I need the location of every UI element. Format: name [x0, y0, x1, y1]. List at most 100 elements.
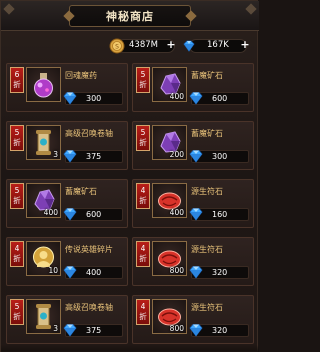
item-name: 蓄魔矿石 [191, 71, 223, 80]
diamond-icon [189, 324, 203, 337]
buy-button[interactable]: 600 [63, 208, 123, 221]
buy-button[interactable]: 375 [63, 150, 123, 163]
item-icon-frame: 200 [152, 125, 187, 160]
mystery-shop-panel: 神秘商店 S 4387M + 167K + 6 折 回魂魔药 300 5 折 4… [0, 0, 259, 352]
discount-badge: 4 折 [136, 183, 150, 209]
item-quantity: 800 [169, 266, 184, 275]
discount-badge: 6 折 [10, 67, 24, 93]
discount-badge: 5 折 [10, 125, 24, 151]
gold-currency: S 4387M + [109, 38, 177, 54]
shop-item-card[interactable]: 5 折 200 蓄魔矿石 300 [132, 121, 254, 170]
buy-button[interactable]: 320 [189, 324, 249, 337]
diamond-amount: 167K [207, 40, 229, 50]
shop-item-card[interactable]: 4 折 10 传说英雄碎片 400 [6, 237, 128, 286]
item-name: 源生符石 [191, 245, 223, 254]
diamond-icon [189, 92, 203, 105]
item-name: 回魂魔药 [65, 71, 97, 80]
item-name: 高级召唤卷轴 [65, 303, 113, 312]
potion-icon [34, 73, 53, 98]
item-quantity: 400 [169, 92, 184, 101]
discount-unit: 折 [139, 138, 147, 147]
item-quantity: 400 [169, 208, 184, 217]
item-icon-frame: 10 [26, 241, 61, 276]
diamond-icon [183, 40, 195, 52]
discount-badge: 5 折 [10, 299, 24, 325]
shop-item-card[interactable]: 5 折 400 蓄魔矿石 600 [6, 179, 128, 228]
discount-number: 4 [140, 186, 146, 195]
item-icon-frame: 800 [152, 241, 187, 276]
item-icon-frame: 400 [152, 183, 187, 218]
shop-item-card[interactable]: 6 折 回魂魔药 300 [6, 63, 128, 112]
discount-badge: 5 折 [136, 125, 150, 151]
item-name: 蓄魔矿石 [191, 129, 223, 138]
shop-item-card[interactable]: 5 折 3 高级召唤卷轴 375 [6, 121, 128, 170]
item-price: 300 [212, 152, 228, 161]
item-quantity: 200 [169, 150, 184, 159]
diamond-icon [63, 266, 77, 279]
diamond-icon [189, 208, 203, 221]
shop-item-card[interactable]: 5 折 3 高级召唤卷轴 375 [6, 295, 128, 344]
discount-unit: 折 [13, 254, 21, 263]
discount-badge: 5 折 [10, 183, 24, 209]
discount-unit: 折 [13, 80, 21, 89]
shop-item-card[interactable]: 4 折 800 源生符石 320 [132, 295, 254, 344]
page-title: 神秘商店 [106, 10, 154, 23]
discount-unit: 折 [13, 196, 21, 205]
buy-button[interactable]: 320 [189, 266, 249, 279]
discount-number: 5 [14, 128, 20, 137]
item-price: 600 [212, 94, 228, 103]
item-price: 375 [86, 326, 102, 335]
discount-badge: 5 折 [136, 67, 150, 93]
corner-ornament-icon [3, 3, 15, 15]
diamond-icon [63, 150, 77, 163]
diamond-currency: 167K + [181, 38, 253, 54]
discount-unit: 折 [139, 254, 147, 263]
item-quantity: 400 [43, 208, 58, 217]
diamond-icon [189, 150, 203, 163]
item-quantity: 3 [53, 324, 58, 333]
shop-item-card[interactable]: 5 折 400 蓄魔矿石 600 [132, 63, 254, 112]
discount-number: 6 [14, 70, 20, 79]
svg-text:S: S [115, 44, 119, 51]
discount-unit: 折 [13, 312, 21, 321]
buy-button[interactable]: 400 [63, 266, 123, 279]
scroll-fade [1, 345, 259, 352]
shop-item-card[interactable]: 4 折 400 源生符石 160 [132, 179, 254, 228]
discount-badge: 4 折 [136, 299, 150, 325]
item-name: 源生符石 [191, 187, 223, 196]
discount-number: 5 [14, 186, 20, 195]
buy-button[interactable]: 375 [63, 324, 123, 337]
discount-unit: 折 [139, 196, 147, 205]
item-icon-frame: 3 [26, 299, 61, 334]
discount-badge: 4 折 [10, 241, 24, 267]
buy-button[interactable]: 600 [189, 92, 249, 105]
discount-badge: 4 折 [136, 241, 150, 267]
item-name: 高级召唤卷轴 [65, 129, 113, 138]
item-name: 传说英雄碎片 [65, 245, 113, 254]
add-gold-button[interactable]: + [165, 39, 177, 51]
item-price: 320 [212, 268, 228, 277]
discount-unit: 折 [139, 80, 147, 89]
item-icon-frame: 400 [26, 183, 61, 218]
buy-button[interactable]: 300 [189, 150, 249, 163]
shop-item-card[interactable]: 4 折 800 源生符石 320 [132, 237, 254, 286]
discount-unit: 折 [139, 312, 147, 321]
item-price: 400 [86, 268, 102, 277]
title-plaque: 神秘商店 [69, 5, 191, 27]
add-diamond-button[interactable]: + [239, 39, 251, 51]
diamond-icon [63, 324, 77, 337]
title-bar: 神秘商店 [1, 1, 259, 31]
item-name: 源生符石 [191, 303, 223, 312]
item-icon-frame [26, 67, 61, 102]
discount-number: 5 [140, 128, 146, 137]
item-price: 320 [212, 326, 228, 335]
discount-number: 5 [140, 70, 146, 79]
item-icon-frame: 400 [152, 67, 187, 102]
buy-button[interactable]: 160 [189, 208, 249, 221]
corner-ornament-icon [245, 3, 257, 15]
item-quantity: 3 [53, 150, 58, 159]
discount-number: 4 [14, 244, 20, 253]
diamond-icon [189, 266, 203, 279]
buy-button[interactable]: 300 [63, 92, 123, 105]
item-name: 蓄魔矿石 [65, 187, 97, 196]
